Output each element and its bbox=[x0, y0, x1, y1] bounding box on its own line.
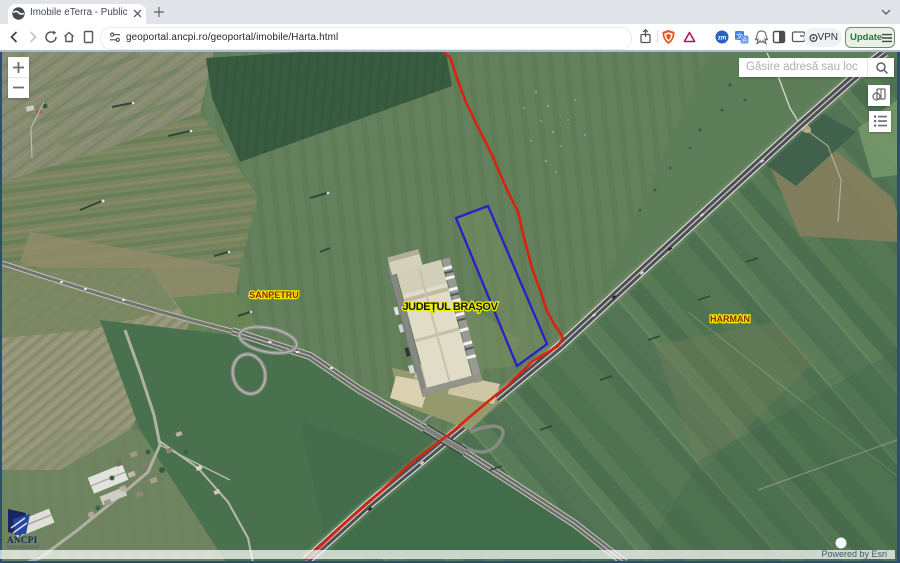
svg-text:zm: zm bbox=[718, 36, 726, 42]
svg-text:ANCPI: ANCPI bbox=[7, 535, 38, 545]
svg-text:A: A bbox=[742, 37, 747, 44]
svg-text:HARMAN: HARMAN bbox=[710, 314, 750, 324]
svg-text:JUDEȚUL BRAȘOV: JUDEȚUL BRAȘOV bbox=[402, 301, 498, 313]
svg-text:SANPETRU: SANPETRU bbox=[249, 290, 299, 300]
